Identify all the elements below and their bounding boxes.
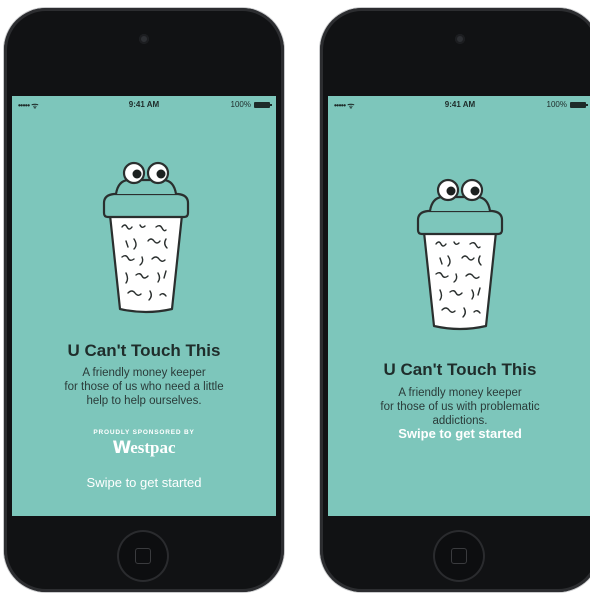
battery-icon xyxy=(254,101,272,108)
coffee-cup-mascot-icon xyxy=(102,161,190,314)
sponsor-label: PROUDLY SPONSORED BY xyxy=(93,429,195,436)
description-line: for those of us with problematic xyxy=(380,401,540,413)
battery-percent: 100% xyxy=(230,100,251,109)
battery-status: 100% xyxy=(230,100,272,109)
phone-left: ••••• ᯤ 9:41 AM 100% U Can't Touch This … xyxy=(4,8,284,592)
description-line: help to help ourselves. xyxy=(86,395,202,407)
screen-left: ••••• ᯤ 9:41 AM 100% U Can't Touch This … xyxy=(12,96,276,516)
app-description: A friendly money keeper for those of us … xyxy=(338,386,582,428)
description-line: A friendly money keeper xyxy=(82,367,206,379)
phone-right: ••••• ᯤ 9:41 AM 100% U Can't Touch This … xyxy=(320,8,590,592)
status-bar: ••••• ᯤ 9:41 AM 100% xyxy=(328,96,590,112)
battery-status: 100% xyxy=(546,100,588,109)
home-square-icon xyxy=(451,548,467,564)
coffee-cup-mascot-icon xyxy=(416,178,504,331)
status-bar: ••••• ᯤ 9:41 AM 100% xyxy=(12,96,276,112)
description-line: for those of us who need a little xyxy=(64,381,224,393)
front-camera xyxy=(139,34,149,44)
westpac-logo: Westpac xyxy=(12,438,276,458)
westpac-logo-mark: W xyxy=(112,438,131,458)
home-button[interactable] xyxy=(117,530,169,582)
swipe-to-start-prompt[interactable]: Swipe to get started xyxy=(328,426,590,441)
battery-icon xyxy=(570,101,588,108)
description-line: A friendly money keeper xyxy=(398,387,522,399)
app-title: U Can't Touch This xyxy=(67,341,221,360)
app-title: U Can't Touch This xyxy=(383,360,537,379)
swipe-to-start-prompt[interactable]: Swipe to get started xyxy=(12,475,276,490)
westpac-logo-text: estpac xyxy=(130,438,176,457)
home-button[interactable] xyxy=(433,530,485,582)
screen-right: ••••• ᯤ 9:41 AM 100% U Can't Touch This … xyxy=(328,96,590,516)
battery-percent: 100% xyxy=(546,100,567,109)
home-square-icon xyxy=(135,548,151,564)
app-description: A friendly money keeper for those of us … xyxy=(22,366,266,408)
front-camera xyxy=(455,34,465,44)
